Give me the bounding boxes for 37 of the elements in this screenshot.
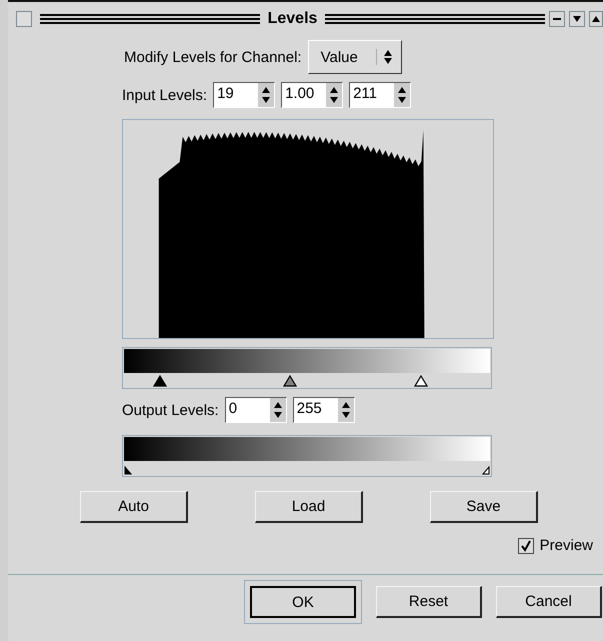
slider-handle[interactable]	[282, 375, 297, 387]
window-title: Levels	[268, 10, 318, 28]
slider-handle[interactable]	[414, 375, 428, 387]
spinner-icon[interactable]	[326, 83, 342, 107]
dialog-button[interactable]: OK	[250, 586, 356, 618]
channel-dropdown[interactable]: Value	[308, 40, 402, 74]
dialog-button[interactable]: Cancel	[496, 586, 602, 618]
input-levels-label: Input Levels:	[122, 86, 208, 104]
minimize-button[interactable]	[549, 11, 565, 27]
shade-button[interactable]	[569, 11, 585, 27]
spinner-icon[interactable]	[270, 398, 286, 422]
preview-checkbox[interactable]: Preview	[518, 537, 593, 554]
output-levels-label: Output Levels:	[122, 402, 219, 418]
slider-handle[interactable]	[124, 466, 132, 475]
slider-handle[interactable]	[152, 375, 167, 387]
up-triangle-icon	[591, 14, 601, 24]
output-levels-slider[interactable]	[122, 435, 492, 477]
spin-field[interactable]: 19	[213, 82, 276, 108]
spin-field[interactable]: 0	[224, 397, 287, 423]
spin-field[interactable]: 255	[292, 397, 355, 423]
up-down-icon	[376, 49, 393, 65]
window-menu-button[interactable]	[16, 11, 32, 27]
spinner-icon[interactable]	[394, 83, 410, 107]
action-button[interactable]: Auto	[80, 491, 188, 523]
checkbox-icon[interactable]	[518, 538, 534, 554]
down-triangle-icon	[572, 14, 582, 24]
action-button[interactable]: Save	[430, 491, 538, 523]
spinner-icon[interactable]	[338, 398, 354, 422]
slider-handle[interactable]	[482, 466, 490, 475]
action-button[interactable]: Load	[255, 491, 363, 523]
maximize-button[interactable]	[589, 11, 603, 27]
spinner-icon[interactable]	[258, 83, 274, 107]
spin-field[interactable]: 211	[349, 82, 412, 108]
spin-field[interactable]: 1.00	[281, 82, 344, 108]
channel-label: Modify Levels for Channel:	[124, 48, 302, 66]
input-levels-slider[interactable]	[122, 347, 492, 389]
dialog-button[interactable]: Reset	[376, 586, 482, 618]
